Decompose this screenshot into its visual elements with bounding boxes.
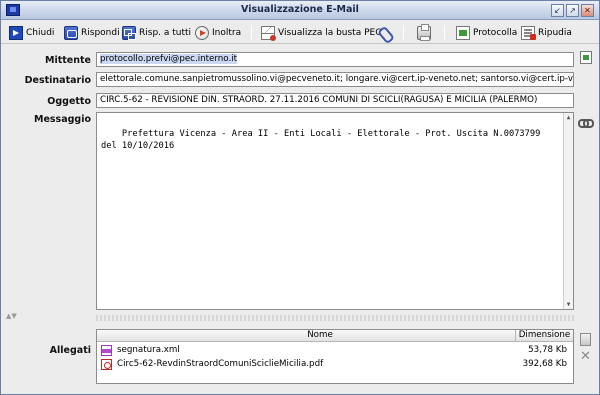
chiudi-label: Chiudi — [26, 27, 55, 38]
attachment-size: 392,68 Kb — [522, 359, 567, 369]
rispondi-button[interactable]: Rispondi — [64, 24, 120, 41]
oggetto-label: Oggetto — [47, 96, 91, 107]
protocolla-label: Protocolla — [473, 27, 518, 38]
mittente-value: protocollo.prefvi@pec.interno.it — [100, 54, 238, 64]
mittente-label: Mittente — [45, 55, 91, 66]
envelope-icon — [261, 25, 276, 41]
ripudia-label: Ripudia — [538, 27, 572, 38]
attachments-header: Nome Dimensione — [97, 330, 573, 342]
messaggio-label: Messaggio — [34, 114, 91, 125]
close-icon[interactable]: ✕ — [581, 4, 594, 17]
open-attachment-icon[interactable] — [580, 333, 591, 346]
window-title: Visualizzazione E-Mail — [241, 4, 359, 15]
attachment-name: Circ5-62-RevdinStraordComuniScicliеMicil… — [117, 359, 324, 369]
scroll-down-icon[interactable]: ▼ — [565, 301, 572, 308]
attachments-table: Nome Dimensione segnatura.xml 53,78 Kb C… — [96, 329, 574, 384]
column-nome[interactable]: Nome — [97, 330, 543, 341]
rispondi-label: Rispondi — [81, 27, 120, 38]
allegati-label: Allegati — [49, 345, 91, 356]
ripudia-button[interactable]: Ripudia — [521, 24, 572, 41]
column-dimensione[interactable]: Dimensione — [515, 330, 573, 341]
printer-icon — [417, 23, 431, 41]
risp-tutti-label: Risp. a tutti — [139, 27, 192, 38]
attachment-name: segnatura.xml — [117, 345, 180, 355]
link-icon[interactable] — [578, 117, 594, 128]
destinatario-field[interactable]: elettorale.comune.sanpietromussolino.vi@… — [96, 72, 574, 87]
minimize-icon[interactable]: ↙ — [551, 4, 564, 17]
scroll-up-icon[interactable]: ▲ — [565, 114, 572, 121]
print-button[interactable] — [417, 23, 431, 41]
splitter-handle[interactable] — [96, 315, 574, 321]
toolbar: Chiudi Rispondi Risp. a tutti Inoltra Vi… — [1, 21, 599, 44]
table-row[interactable]: segnatura.xml 53,78 Kb — [97, 344, 573, 357]
paperclip-icon — [378, 26, 394, 40]
risp-tutti-button[interactable]: Risp. a tutti — [122, 24, 191, 41]
reply-icon — [64, 25, 78, 40]
oggetto-field[interactable]: CIRC.5-62 - REVISIONE DIN. STRAORD. 27.1… — [96, 93, 574, 108]
toolbar-separator — [403, 25, 404, 40]
protocolla-button[interactable]: Protocolla — [456, 24, 517, 41]
visualizza-busta-label: Visualizza la busta PEC — [278, 27, 382, 38]
toolbar-separator — [444, 25, 445, 40]
reject-icon — [521, 25, 536, 40]
toolbar-separator — [251, 25, 252, 40]
xml-file-icon — [101, 345, 112, 356]
message-scrollbar[interactable]: ▲ ▼ — [563, 113, 573, 309]
exit-icon — [9, 25, 23, 40]
visualizza-busta-button[interactable]: Visualizza la busta PEC — [261, 24, 381, 41]
maximize-icon[interactable]: ↗ — [566, 4, 579, 17]
inoltra-button[interactable]: Inoltra — [195, 24, 241, 41]
email-view-window: Visualizzazione E-Mail ↙ ↗ ✕ Chiudi Risp… — [0, 0, 600, 395]
destinatario-label: Destinatario — [24, 75, 91, 86]
protocol-icon — [456, 25, 470, 40]
message-body[interactable]: Prefettura Vicenza - Area II - Enti Loca… — [96, 112, 574, 310]
mittente-field[interactable]: protocollo.prefvi@pec.interno.it — [96, 52, 574, 67]
reply-all-icon — [122, 25, 136, 40]
attachment-button[interactable] — [378, 24, 394, 41]
remove-attachment-icon[interactable]: ✕ — [579, 350, 592, 363]
forward-icon — [195, 25, 209, 40]
inoltra-label: Inoltra — [212, 27, 242, 38]
attachment-size: 53,78 Kb — [528, 345, 567, 355]
table-row[interactable]: Circ5-62-RevdinStraordComuniScicliеMicil… — [97, 358, 573, 371]
splitter-arrows-icon[interactable]: ▲▼ — [6, 312, 17, 320]
title-bar: Visualizzazione E-Mail ↙ ↗ ✕ — [1, 1, 599, 20]
chiudi-button[interactable]: Chiudi — [9, 24, 54, 41]
pdf-file-icon — [101, 359, 112, 370]
message-text: Prefettura Vicenza - Area II - Enti Loca… — [101, 129, 541, 151]
contact-card-icon[interactable] — [580, 51, 592, 64]
